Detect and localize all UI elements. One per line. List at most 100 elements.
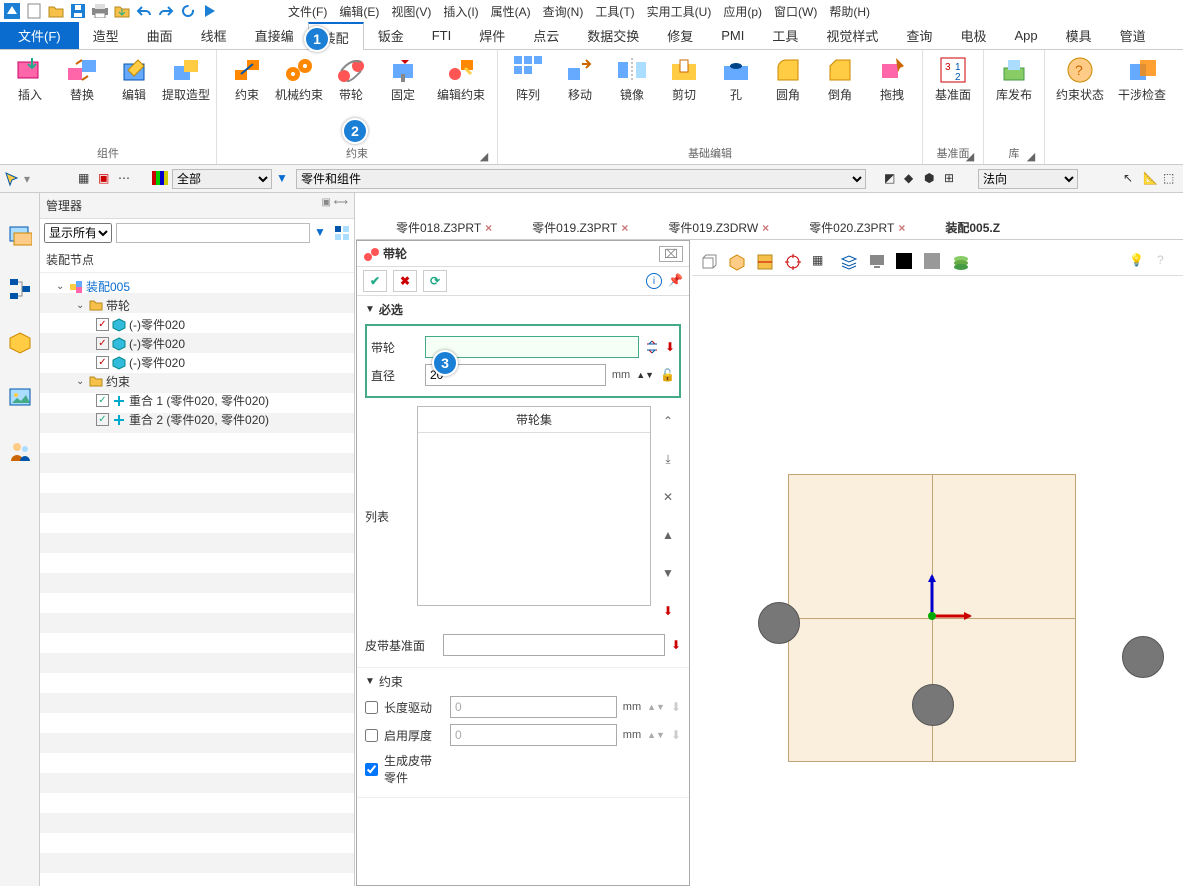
ribbon-tab-modeling[interactable]: 造型 <box>79 22 133 49</box>
pulley-geometry[interactable] <box>1122 636 1164 678</box>
pulley-geometry[interactable] <box>758 602 800 644</box>
manager-search-input[interactable] <box>116 223 310 243</box>
menu-view[interactable]: 视图(V) <box>391 3 431 20</box>
arrow-cursor-icon[interactable]: ↖ <box>1123 171 1139 187</box>
pick-icon[interactable]: ⬇ <box>659 602 677 620</box>
apply-button[interactable]: ⟳ <box>423 270 447 292</box>
select-all-icon[interactable]: ▦ <box>78 171 94 187</box>
expander-icon[interactable]: ⌄ <box>76 300 86 311</box>
doc-tab[interactable]: 零件018.Z3PRT× <box>396 219 492 236</box>
btn-pattern[interactable]: 阵列 <box>504 54 552 144</box>
dock-tree-icon[interactable] <box>8 277 32 301</box>
btn-move[interactable]: 移动 <box>556 54 604 144</box>
color-bar-icon[interactable] <box>152 171 168 187</box>
menu-insert[interactable]: 插入(I) <box>443 3 478 20</box>
print-icon[interactable] <box>92 3 108 19</box>
checkbox-icon[interactable]: ✓ <box>96 337 109 350</box>
tree-part-row[interactable]: ✓(-)零件020 <box>44 315 350 334</box>
pick-icon[interactable]: ⬇ <box>665 340 675 354</box>
menu-query[interactable]: 查询(N) <box>543 3 584 20</box>
doc-tab-active[interactable]: 装配005.Z <box>945 219 1000 236</box>
menu-app[interactable]: 应用(p) <box>723 3 762 20</box>
layers-stack-icon[interactable] <box>952 253 970 271</box>
ribbon-tab-fti[interactable]: FTI <box>418 22 466 49</box>
filter-scope-select[interactable]: 零件和组件 <box>296 169 866 189</box>
tree-folder-constraint[interactable]: ⌄ 约束 <box>44 372 350 391</box>
tool-icon-1[interactable]: ◩ <box>884 171 900 187</box>
belt-datum-input[interactable] <box>443 634 665 656</box>
pulley-set-listbox[interactable]: 带轮集 <box>417 406 651 606</box>
new-icon[interactable] <box>26 3 42 19</box>
tree-root[interactable]: ⌄ 装配005 <box>44 277 350 296</box>
expander-icon[interactable]: ⌄ <box>76 376 86 387</box>
spinner-icon[interactable]: ▲▼ <box>647 731 665 740</box>
ribbon-tab-tools[interactable]: 工具 <box>758 22 812 49</box>
btn-mech-constraint[interactable]: 机械约束 <box>275 54 323 144</box>
refresh-icon[interactable] <box>180 3 196 19</box>
ribbon-tab-direct[interactable]: 直接编 <box>241 22 308 49</box>
btn-constraint-state[interactable]: ?约束状态 <box>1051 54 1109 144</box>
cube-shaded-icon[interactable] <box>728 253 746 271</box>
measure-icon[interactable]: 📐 <box>1143 171 1159 187</box>
btn-hole[interactable]: 孔 <box>712 54 760 144</box>
ribbon-tab-weld[interactable]: 焊件 <box>465 22 519 49</box>
menu-attr[interactable]: 属性(A) <box>491 3 531 20</box>
close-icon[interactable]: × <box>485 221 492 235</box>
btn-insert[interactable]: 插入 <box>6 54 54 144</box>
cube-icon[interactable]: ⬚ <box>1163 171 1179 187</box>
tree-constraint-row[interactable]: ✓重合 2 (零件020, 零件020) <box>44 410 350 429</box>
help-icon[interactable]: ? <box>1157 253 1175 271</box>
tool-icon-4[interactable]: ⊞ <box>944 171 960 187</box>
tree-part-row[interactable]: ✓(-)零件020 <box>44 334 350 353</box>
btn-chamfer[interactable]: 倒角 <box>816 54 864 144</box>
collapse-icon[interactable]: ⌃ <box>659 412 677 430</box>
launcher-icon[interactable]: ◢ <box>1026 150 1036 160</box>
gray-box-icon[interactable] <box>924 253 942 271</box>
launcher-icon[interactable]: ◢ <box>479 150 489 160</box>
btn-mirror[interactable]: 镜像 <box>608 54 656 144</box>
ribbon-tab-apps[interactable]: App <box>1000 22 1051 49</box>
ribbon-tab-visual[interactable]: 视觉样式 <box>812 22 892 49</box>
ribbon-tab-electrode[interactable]: 电极 <box>946 22 1000 49</box>
pick-icon[interactable]: ⬇ <box>671 638 681 652</box>
length-drive-checkbox[interactable] <box>365 701 378 714</box>
btn-edit[interactable]: 编辑 <box>110 54 158 144</box>
black-box-icon[interactable] <box>896 253 914 271</box>
ok-button[interactable]: ✔ <box>363 270 387 292</box>
ribbon-tab-mold[interactable]: 模具 <box>1052 22 1106 49</box>
dock-image-icon[interactable] <box>8 385 32 409</box>
panel-close-icon[interactable]: ⌧ <box>659 246 683 262</box>
btn-interference[interactable]: 干涉检查 <box>1113 54 1171 144</box>
spinner-icon[interactable]: ▲▼ <box>647 703 665 712</box>
menu-util[interactable]: 实用工具(U) <box>647 3 712 20</box>
select-box-icon[interactable]: ▣ <box>98 171 114 187</box>
close-icon[interactable]: × <box>898 221 905 235</box>
tool-icon-2[interactable]: ◆ <box>904 171 920 187</box>
checkbox-icon[interactable]: ✓ <box>96 394 109 407</box>
btn-fillet[interactable]: 圆角 <box>764 54 812 144</box>
viewport-canvas[interactable] <box>690 276 1183 886</box>
redo-icon[interactable] <box>158 3 174 19</box>
btn-replace[interactable]: 替换 <box>58 54 106 144</box>
bulb-icon[interactable]: 💡 <box>1129 253 1147 271</box>
funnel-icon[interactable]: ▼ <box>276 171 292 187</box>
checkbox-icon[interactable]: ✓ <box>96 413 109 426</box>
expander-icon[interactable]: ⌄ <box>56 281 66 292</box>
filter-all-select[interactable]: 全部 <box>172 169 272 189</box>
chevron-down-icon[interactable]: ▼ <box>365 676 375 687</box>
tree-constraint-row[interactable]: ✓重合 1 (零件020, 零件020) <box>44 391 350 410</box>
btn-constraint[interactable]: 约束 <box>223 54 271 144</box>
btn-edit-constraint[interactable]: 编辑约束 <box>431 54 491 144</box>
cube-wire-icon[interactable] <box>700 253 718 271</box>
chevron-down-icon[interactable]: ▼ <box>365 304 375 315</box>
manager-dock-controls[interactable]: ▣ ⟷ <box>321 197 348 214</box>
cursor-icon[interactable] <box>4 171 20 187</box>
menu-tools[interactable]: 工具(T) <box>595 3 634 20</box>
doc-tab[interactable]: 零件020.Z3PRT× <box>809 219 905 236</box>
btn-datum[interactable]: 312基准面 <box>929 54 977 144</box>
checkbox-icon[interactable]: ✓ <box>96 318 109 331</box>
filter-normal-select[interactable]: 法向 <box>978 169 1078 189</box>
ribbon-tab-file[interactable]: 文件(F) <box>0 22 79 49</box>
cancel-button[interactable]: ✖ <box>393 270 417 292</box>
info-icon[interactable]: i <box>646 273 662 289</box>
